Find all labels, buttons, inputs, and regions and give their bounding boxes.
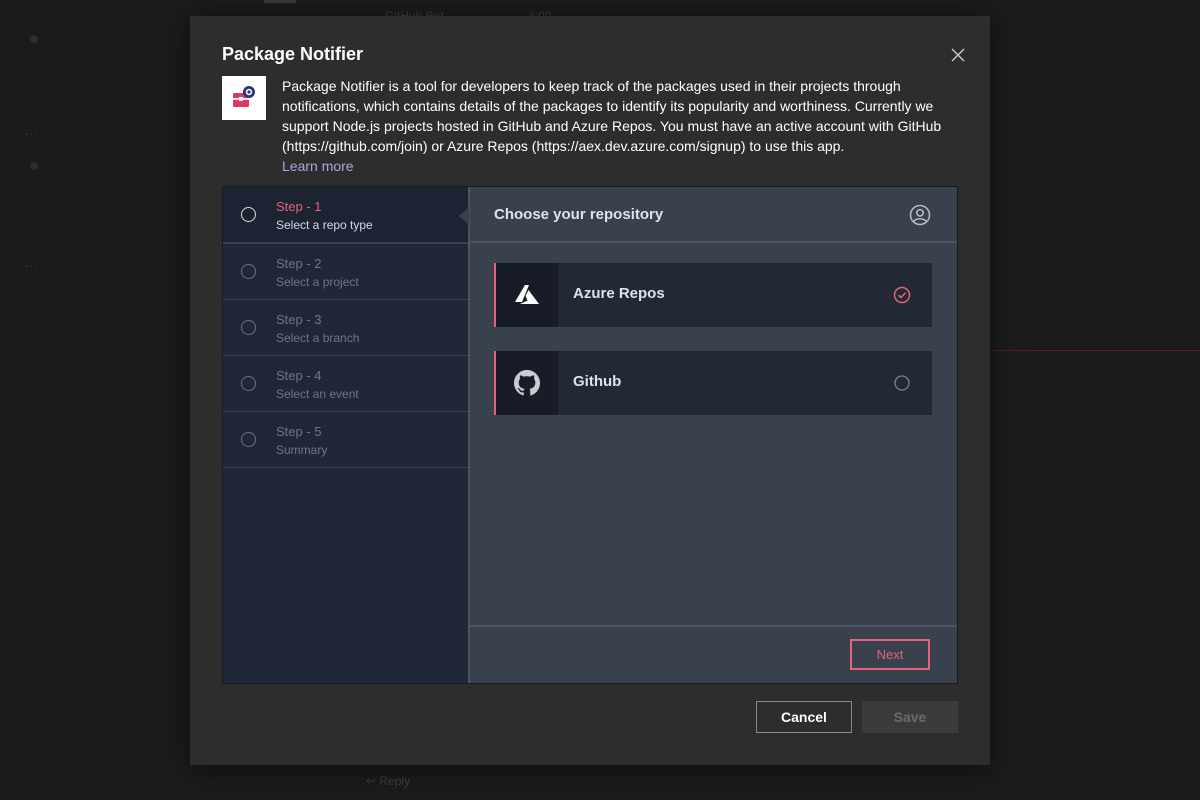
panel-footer: Next <box>470 625 957 683</box>
azure-repos-option[interactable]: Azure Repos <box>494 263 932 327</box>
step-3-item[interactable]: Step - 3 Select a branch <box>223 300 468 356</box>
active-step-pointer <box>459 207 469 225</box>
step-radio-icon <box>241 207 256 222</box>
background-more-icon: ... <box>25 124 39 138</box>
github-logo-icon <box>514 370 540 396</box>
background-more-icon: ... <box>25 256 39 270</box>
setup-wizard: Step - 1 Select a repo type Step - 2 Sel… <box>222 186 958 684</box>
repo-label: Github <box>573 373 622 390</box>
repo-icon-box <box>496 263 558 327</box>
radio-empty-icon <box>894 375 910 391</box>
step-subtitle: Select a repo type <box>276 218 373 232</box>
step-title: Step - 5 <box>276 424 322 439</box>
step-1-item[interactable]: Step - 1 Select a repo type <box>223 187 468 244</box>
steps-sidebar: Step - 1 Select a repo type Step - 2 Sel… <box>223 187 468 683</box>
step-radio-icon <box>241 264 256 279</box>
panel-title: Choose your repository <box>494 206 664 223</box>
background-avatar <box>30 35 38 43</box>
close-icon <box>951 48 965 62</box>
dialog-title: Package Notifier <box>222 44 364 64</box>
panel-header: Choose your repository <box>470 187 957 243</box>
app-logo <box>222 76 266 120</box>
step-title: Step - 1 <box>276 199 322 214</box>
close-button[interactable] <box>946 43 970 67</box>
step-title: Step - 4 <box>276 368 322 383</box>
user-account-icon[interactable] <box>909 204 931 226</box>
step-4-item[interactable]: Step - 4 Select an event <box>223 356 468 412</box>
step-2-item[interactable]: Step - 2 Select a project <box>223 244 468 300</box>
repo-label: Azure Repos <box>573 285 665 302</box>
step-radio-icon <box>241 432 256 447</box>
step-subtitle: Select an event <box>276 387 359 401</box>
step-5-item[interactable]: Step - 5 Summary <box>223 412 468 468</box>
azure-logo-icon <box>515 285 539 304</box>
background-new-message-line <box>990 350 1200 351</box>
background-reply-link: ↩ Reply <box>366 774 411 788</box>
package-notifier-logo-icon <box>233 86 255 107</box>
background-reply-label: Reply <box>379 774 411 788</box>
description-text: Package Notifier is a tool for developer… <box>282 78 942 154</box>
background-avatar <box>30 162 38 170</box>
step-radio-icon <box>241 376 256 391</box>
package-notifier-dialog: Package Notifier Package Notifier is a t… <box>190 16 990 765</box>
github-option[interactable]: Github <box>494 351 932 415</box>
repo-icon-box <box>496 351 558 415</box>
cancel-button[interactable]: Cancel <box>756 701 852 733</box>
next-button[interactable]: Next <box>850 639 930 670</box>
learn-more-link[interactable]: Learn more <box>282 156 354 176</box>
step-subtitle: Summary <box>276 443 328 457</box>
step-subtitle: Select a branch <box>276 331 360 345</box>
repository-panel: Choose your repository Azure Repos Githu… <box>459 187 957 683</box>
background-tab-indicator <box>264 0 296 3</box>
step-title: Step - 3 <box>276 312 322 327</box>
checkmark-circle-icon <box>893 286 911 304</box>
app-description: Package Notifier is a tool for developer… <box>282 76 952 176</box>
step-title: Step - 2 <box>276 256 322 271</box>
step-subtitle: Select a project <box>276 275 359 289</box>
save-button[interactable]: Save <box>862 701 958 733</box>
step-radio-icon <box>241 320 256 335</box>
